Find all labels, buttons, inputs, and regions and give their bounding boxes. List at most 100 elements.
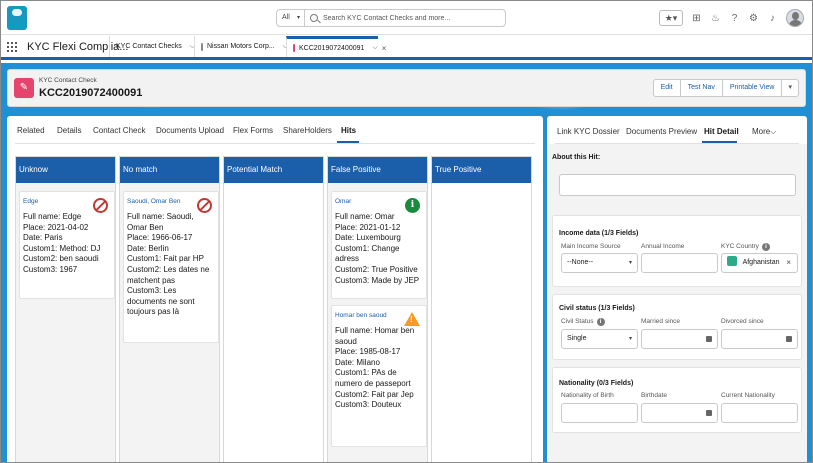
hit-line: Custom1: Fait par HP — [127, 254, 204, 264]
chevron-down-icon: ▾ — [296, 15, 300, 21]
column-body — [224, 183, 323, 462]
kanban-column-false-positive: False Positive Omar i Full name: Omar Pl… — [327, 156, 428, 462]
hit-line: Full name: Omar — [335, 212, 395, 221]
married-since-date[interactable] — [641, 329, 718, 349]
info-icon[interactable]: i — [761, 243, 770, 251]
search-scope-dropdown[interactable]: All ▾ — [277, 10, 305, 26]
tab-flex-forms[interactable]: Flex Forms — [233, 126, 273, 135]
search-icon — [310, 14, 318, 22]
hit-card[interactable]: Homar ben saoud Full name: Homar ben sao… — [331, 305, 427, 447]
hit-card[interactable]: Omar i Full name: Omar Place: 2021-01-12… — [331, 191, 427, 299]
search-input[interactable] — [323, 11, 503, 25]
section-title: Nationality (0/3 Fields) — [559, 380, 634, 387]
tab-hits[interactable]: Hits — [341, 126, 356, 135]
favorites-star-icon[interactable]: ★▾ — [659, 10, 683, 26]
hit-line: Custom3: 1967 — [23, 264, 78, 274]
section-title: Civil status (1/3 Fields) — [559, 305, 635, 312]
birthdate-field[interactable] — [641, 403, 718, 423]
tab-more[interactable]: More⌵ — [752, 127, 776, 137]
kyc-country-label-text: KYC Country — [721, 243, 759, 250]
help-icon[interactable]: ? — [729, 13, 740, 24]
nationality-of-birth-field[interactable] — [561, 403, 638, 423]
hit-line: Date: Paris — [23, 233, 63, 243]
nav-tab-kyc-contact-checks[interactable]: KYC Contact Checks ⌵ — [109, 36, 195, 57]
tabs-divider — [15, 143, 535, 144]
no-entry-icon — [197, 198, 212, 213]
tab-more-label: More — [752, 127, 771, 136]
hit-line: Place: 2021-04-02 — [23, 222, 89, 232]
tab-link-kyc-dossier[interactable]: Link KYC Dossier — [557, 127, 620, 136]
hit-line: Place: 2021-01-12 — [335, 222, 401, 232]
nav-tab-nissan-motors[interactable]: Nissan Motors Corp... ⌵ × — [194, 36, 297, 57]
record-type-icon: ✎ — [14, 78, 34, 98]
annual-income-field[interactable] — [641, 253, 718, 273]
record-header: ✎ KYC Contact Check KCC2019072400091 Edi… — [7, 69, 806, 107]
kanban-column-potential-match: Potential Match — [223, 156, 324, 462]
header-icons: ★▾ ⊞ ♨ ? ⚙ ♪ — [659, 9, 804, 27]
hit-line: Date: Luxembourg — [335, 233, 401, 243]
kanban-column-unknow: Unknow Edge Full name: Edge Place: 2021-… — [15, 156, 116, 462]
record-type-label: KYC Contact Check — [39, 77, 97, 84]
nationality-of-birth-label: Nationality of Birth — [561, 392, 614, 399]
calendar-icon[interactable] — [706, 410, 712, 416]
gear-icon[interactable]: ⚙ — [748, 13, 759, 24]
app-launcher-icon[interactable] — [7, 42, 17, 52]
active-tab-indicator — [702, 141, 737, 143]
tab-details[interactable]: Details — [57, 126, 81, 135]
avatar[interactable] — [786, 9, 804, 27]
info-icon[interactable]: i — [596, 318, 605, 326]
chevron-down-icon[interactable]: ⌵ — [372, 44, 377, 52]
country-record-icon — [727, 256, 737, 267]
search-scope-label: All — [282, 14, 290, 21]
hit-line: Full name: Edge — [23, 212, 82, 221]
calendar-icon[interactable] — [706, 336, 712, 342]
test-nav-button[interactable]: Test Nav — [681, 80, 723, 96]
tab-contact-check[interactable]: Contact Check — [93, 126, 145, 135]
civil-status-label-text: Civil Status — [561, 318, 594, 325]
tab-hit-detail[interactable]: Hit Detail — [704, 127, 739, 136]
hit-line: Custom3: Made by JEP — [335, 275, 420, 285]
app-logo[interactable] — [7, 6, 27, 30]
kyc-country-value: Afghanistan — [742, 259, 780, 266]
tab-shareholders[interactable]: ShareHolders — [283, 126, 332, 135]
tab-documents-upload[interactable]: Documents Upload — [156, 126, 224, 135]
hit-card[interactable]: Edge Full name: Edge Place: 2021-04-02 D… — [19, 191, 115, 299]
more-actions-dropdown[interactable]: ▾ — [782, 80, 798, 96]
record-tabs: Related Details Contact Check Documents … — [7, 116, 543, 146]
close-icon[interactable]: × — [786, 254, 791, 272]
kyc-country-lookup[interactable]: Afghanistan × — [721, 253, 798, 273]
birthdate-label: Birthdate — [641, 392, 668, 399]
hit-card[interactable]: Saoudi, Omar Ben Full name: Saoudi, Omar… — [123, 191, 219, 343]
hit-line: Custom1: PAs de numero de passeport — [335, 368, 411, 388]
bell-icon[interactable]: ♪ — [767, 13, 778, 24]
hit-line: Custom2: ben saoudi — [23, 254, 99, 264]
main-income-source-select[interactable]: --None-- ▾ — [561, 253, 638, 273]
edit-button[interactable]: Edit — [654, 80, 681, 96]
trailhead-icon[interactable]: ♨ — [710, 13, 721, 24]
nav-tab-kcc-record[interactable]: KCC2019072400091 ⌵ × — [286, 36, 386, 57]
divorced-since-date[interactable] — [721, 329, 798, 349]
column-header: Potential Match — [224, 157, 323, 183]
printable-view-button[interactable]: Printable View — [723, 80, 783, 96]
about-hit-textarea[interactable] — [559, 174, 796, 196]
record-actions: Edit Test Nav Printable View ▾ — [652, 79, 799, 97]
chevron-down-icon: ▾ — [628, 260, 632, 266]
calendar-icon[interactable] — [786, 336, 792, 342]
current-nationality-field[interactable] — [721, 403, 798, 423]
record-icon — [293, 44, 295, 52]
civil-status-section: Civil status (1/3 Fields) Civil Status i … — [552, 294, 802, 360]
tab-related[interactable]: Related — [17, 126, 45, 135]
divorced-since-label: Divorced since — [721, 318, 764, 325]
column-header: Unknow — [16, 157, 115, 183]
tab-documents-preview[interactable]: Documents Preview — [626, 127, 697, 136]
add-icon[interactable]: ⊞ — [691, 13, 702, 24]
section-title: Income data (1/3 Fields) — [559, 230, 639, 237]
global-search: All ▾ — [276, 9, 506, 27]
hit-line: Custom3: Douteux — [335, 400, 402, 410]
civil-status-select[interactable]: Single ▾ — [561, 329, 638, 349]
column-header: False Positive — [328, 157, 427, 183]
hit-line: Full name: Saoudi, Omar Ben — [127, 212, 194, 232]
nav-tab-label: KYC Contact Checks — [116, 43, 182, 50]
civil-status-value: Single — [567, 335, 587, 342]
close-icon[interactable]: × — [382, 44, 387, 53]
